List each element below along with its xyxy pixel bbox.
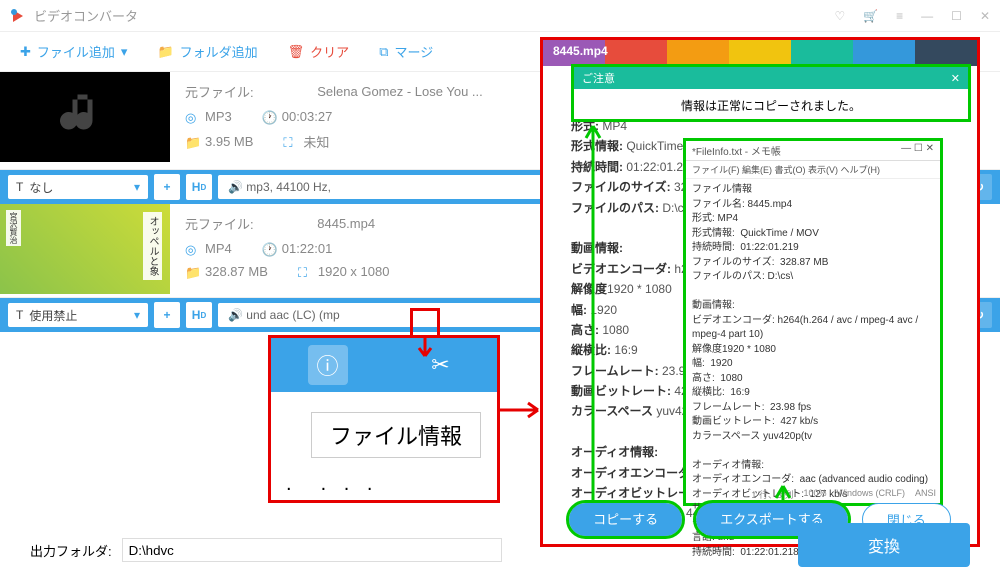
h-button[interactable]: HD (186, 302, 212, 328)
thumbnail[interactable]: オッペルと象宮沢賢治 (0, 204, 170, 294)
close-icon[interactable]: ✕ (951, 72, 960, 85)
add-button[interactable]: + (154, 174, 180, 200)
highlight-info-button (410, 308, 440, 338)
merge-icon: ⧉ (379, 44, 388, 60)
app-title: ビデオコンバータ (34, 6, 834, 25)
dimensions-icon: ⛶ (283, 135, 297, 149)
window-controls[interactable]: — ☐ ✕ (901, 143, 934, 158)
maximize-icon[interactable]: ☐ (951, 9, 962, 23)
thumbnail[interactable] (0, 72, 170, 162)
copy-success-modal: ご注意 ✕ 情報は正常にコピーされました。 (571, 64, 971, 122)
clear-button[interactable]: 🗑クリア (288, 42, 350, 61)
h-button[interactable]: HD (186, 174, 212, 200)
cart-icon[interactable]: 🛒 (863, 9, 878, 23)
add-button[interactable]: + (154, 302, 180, 328)
clock-icon: 🕐 (262, 242, 276, 256)
app-logo (10, 8, 26, 24)
info-icon-big: ⓘ (308, 345, 348, 385)
heart-icon[interactable]: ♡ (834, 9, 845, 23)
arrow-icon (415, 336, 445, 366)
merge-button[interactable]: ⧉マージ (379, 42, 433, 61)
window-controls: ♡ 🛒 ≡ — ☐ ✕ (834, 9, 990, 23)
source-name: Selena Gomez - Lose You ... (317, 84, 483, 99)
format-icon: ◎ (185, 242, 199, 256)
plus-icon: ✚ (20, 44, 31, 60)
clock-icon: 🕐 (262, 110, 276, 124)
arrow-icon (583, 120, 603, 520)
source-label: 元ファイル: (185, 214, 254, 233)
folder-icon: 📁 (185, 135, 199, 149)
dots: . . . . (286, 473, 497, 496)
subtitle-select[interactable]: T使用禁止▾ (8, 303, 148, 327)
folder-icon: 📁 (157, 44, 173, 60)
tooltip-label: ファイル情報 (311, 412, 481, 458)
chevron-down-icon: ▾ (121, 44, 128, 60)
notepad-window: *FileInfo.txt - メモ帳 — ☐ ✕ ファイル(F) 編集(E) 書… (683, 138, 943, 506)
output-folder-label: 出力フォルダ: (30, 541, 112, 560)
info-filename: 8445.mp4 (553, 44, 608, 58)
add-folder-button[interactable]: 📁フォルダ追加 (157, 42, 257, 61)
trash-icon: 🗑 (288, 44, 305, 60)
minimize-icon[interactable]: — (921, 9, 933, 23)
modal-message: 情報は正常にコピーされました。 (574, 89, 968, 122)
file-info-panel: 8445.mp4 ご注意✕ 情報は正常にコピーされました。 形式: MP4 形式… (540, 37, 980, 547)
zoom-callout: ⓘ ✂ ファイル情報 . . . . (268, 335, 500, 503)
add-file-button[interactable]: ✚ファイル追加▾ (20, 42, 127, 61)
source-label: 元ファイル: (185, 82, 254, 101)
close-icon[interactable]: ✕ (980, 9, 990, 23)
dimensions-icon: ⛶ (298, 265, 312, 279)
copy-button[interactable]: コピーする (569, 503, 682, 536)
format-icon: ◎ (185, 110, 199, 124)
menu-icon[interactable]: ≡ (896, 9, 903, 23)
output-folder-input[interactable] (122, 538, 502, 562)
source-name: 8445.mp4 (317, 216, 375, 231)
subtitle-select[interactable]: Tなし▾ (8, 175, 148, 199)
modal-title: ご注意 (582, 70, 615, 86)
notepad-title: *FileInfo.txt - メモ帳 (692, 143, 781, 158)
folder-icon: 📁 (185, 265, 199, 279)
notepad-menu[interactable]: ファイル(F) 編集(E) 書式(O) 表示(V) ヘルプ(H) (686, 161, 940, 179)
convert-button[interactable]: 変換 (798, 523, 970, 567)
arrow-icon (500, 400, 545, 420)
